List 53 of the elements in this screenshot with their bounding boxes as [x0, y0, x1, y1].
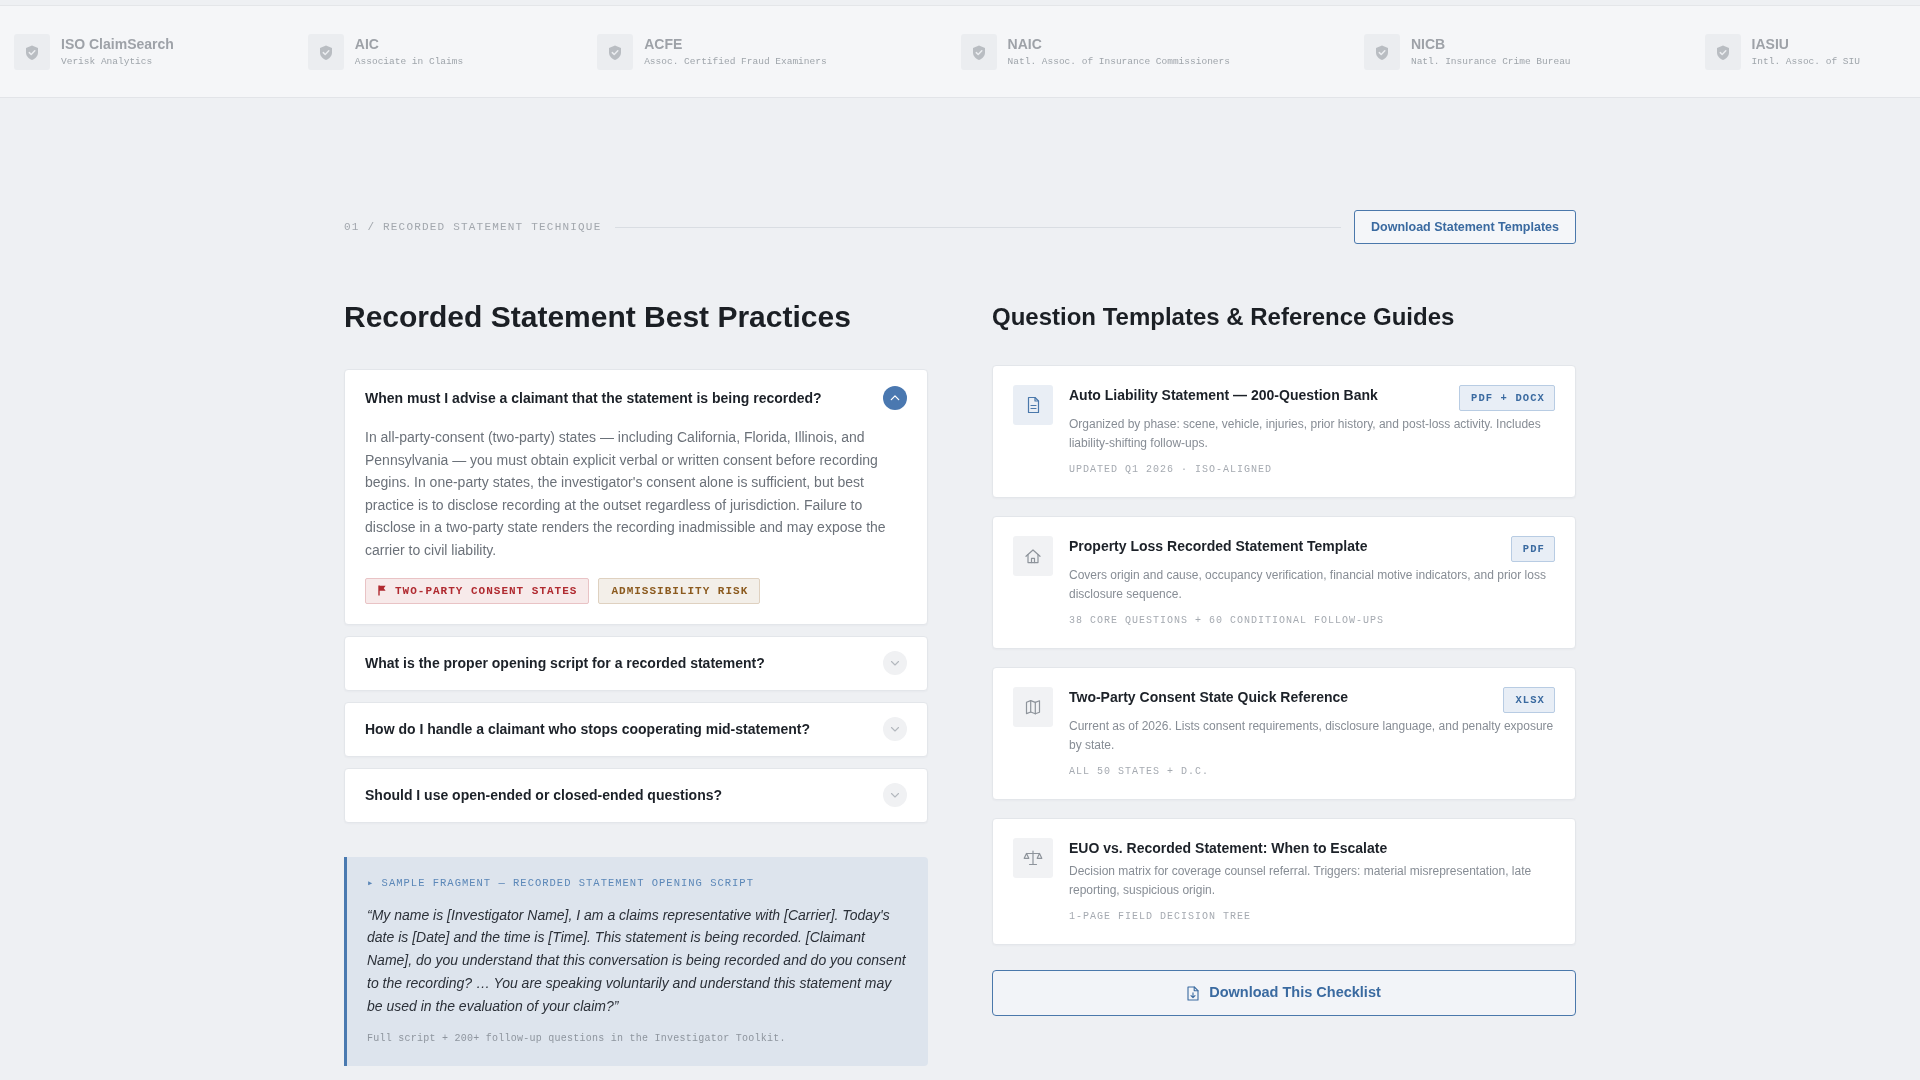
- resource-title: Auto Liability Statement — 200-Question Bank: [1069, 386, 1378, 405]
- resource-description: Organized by phase: scene, vehicle, injuries, prior history, and post-loss activity. Includes liability-shifting follow-ups.: [1069, 416, 1542, 452]
- download-templates-button[interactable]: Download Statement Templates: [1354, 210, 1576, 244]
- file-download-icon: [1187, 985, 1200, 1001]
- resource-meta: 1-PAGE FIELD DECISION TREE: [1069, 910, 1253, 924]
- resource-title: EUO vs. Recorded Statement: When to Escalate: [1069, 839, 1388, 858]
- accordion-question[interactable]: When must I advise a claimant that the statement is being recorded?: [345, 370, 927, 426]
- chevron-down-icon[interactable]: [883, 651, 907, 676]
- format-badge: PDF + DOCX: [1459, 385, 1555, 411]
- format-badge: PDF: [1510, 536, 1555, 562]
- format-badge: XLSX: [1503, 687, 1555, 713]
- download-checklist-button[interactable]: Download This Checklist: [992, 970, 1576, 1016]
- section-heading: Recorded Statement Best Practices: [344, 299, 852, 335]
- partner-name: IASIU: [1751, 35, 1790, 52]
- sample-label: ▸ SAMPLE FRAGMENT — RECORDED STATEMENT OPENING SCRIPT: [367, 875, 755, 890]
- partner-name: ACFE: [644, 35, 684, 52]
- shield-check-icon: [1363, 33, 1400, 70]
- partner-name: AIC: [354, 35, 380, 52]
- shield-check-icon: [1704, 33, 1741, 70]
- resource-description: Decision matrix for coverage counsel referral. Triggers: material misrepresentation, late reporting, suspicious origin.: [1069, 863, 1533, 899]
- tag-label: TWO-PARTY CONSENT STATES: [395, 583, 578, 598]
- partner-subtitle: Associate in Claims: [354, 55, 464, 68]
- chevron-down-icon[interactable]: [883, 783, 907, 808]
- resource-description: Covers origin and cause, occupancy verification, financial motive indicators, and prior loss disclosure sequence.: [1069, 567, 1547, 603]
- sample-note: Full script + 200+ follow-up questions in the Investigator Toolkit.: [367, 1031, 787, 1046]
- partner-name: ISO ClaimSearch: [61, 35, 174, 52]
- chevron-down-icon[interactable]: [883, 717, 907, 742]
- resource-meta: UPDATED Q1 2026 · ISO-ALIGNED: [1069, 463, 1274, 477]
- resource-description: Current as of 2026. Lists consent requirements, disclosure language, and penalty exposure by state.: [1069, 718, 1555, 754]
- accordion-question[interactable]: Should I use open-ended or closed-ended questions?: [345, 768, 927, 822]
- tag-label: ADMISSIBILITY RISK: [611, 583, 749, 598]
- section-heading: Question Templates & Reference Guides: [992, 302, 1456, 331]
- section-eyebrow: 01 / RECORDED STATEMENT TECHNIQUE: [344, 219, 602, 235]
- partner-subtitle: Intl. Assoc. of SIU: [1751, 55, 1860, 68]
- partner-subtitle: Verisk Analytics: [61, 55, 154, 68]
- resource-meta: 38 CORE QUESTIONS + 60 CONDITIONAL FOLLOW-UPS: [1069, 614, 1386, 628]
- shield-check-icon: [960, 33, 997, 70]
- shield-check-icon: [307, 33, 344, 70]
- partner-subtitle: Assoc. Certified Fraud Examiners: [644, 55, 827, 68]
- chevron-up-icon[interactable]: [883, 386, 907, 410]
- partner-name: NICB: [1410, 35, 1447, 52]
- accordion-question[interactable]: How do I handle a claimant who stops cooperating mid-statement?: [345, 702, 927, 756]
- partner-subtitle: Natl. Assoc. of Insurance Commissioners: [1007, 55, 1230, 68]
- shield-check-icon: [597, 33, 634, 70]
- shield-check-icon: [14, 33, 50, 70]
- partner-subtitle: Natl. Insurance Crime Bureau: [1410, 55, 1571, 68]
- resource-title: Property Loss Recorded Statement Template: [1069, 537, 1368, 556]
- resource-title: Two-Party Consent State Quick Reference: [1069, 688, 1349, 707]
- answer-text: In all-party-consent (two-party) states — including California, Florida, Illinois, and Pennsylvania — you must obtain explicit verbal or written consent before recording begins. In one-party states, the investigator's consent alone is sufficient, but best practice is to disclose recording at the outset regardless of jurisdiction. Failure to disclose in a two-party state renders the recording inadmissible and may expose the carrier to civil liability.: [365, 428, 887, 560]
- resource-meta: ALL 50 STATES + D.C.: [1069, 765, 1211, 779]
- sample-quote: “My name is [Investigator Name], I am a claims representative with [Carrier]. Today's date is [Date] and the time is [Time]. This statement is being recorded. [Claimant Name], do you understand that this conversation is being recorded and do you consent to the recording? … You are speaking voluntarily and understand this statement may be used in the evaluation of your claim?”: [367, 905, 907, 1016]
- accordion-question[interactable]: What is the proper opening script for a recorded statement?: [345, 636, 927, 690]
- partner-name: NAIC: [1007, 35, 1043, 52]
